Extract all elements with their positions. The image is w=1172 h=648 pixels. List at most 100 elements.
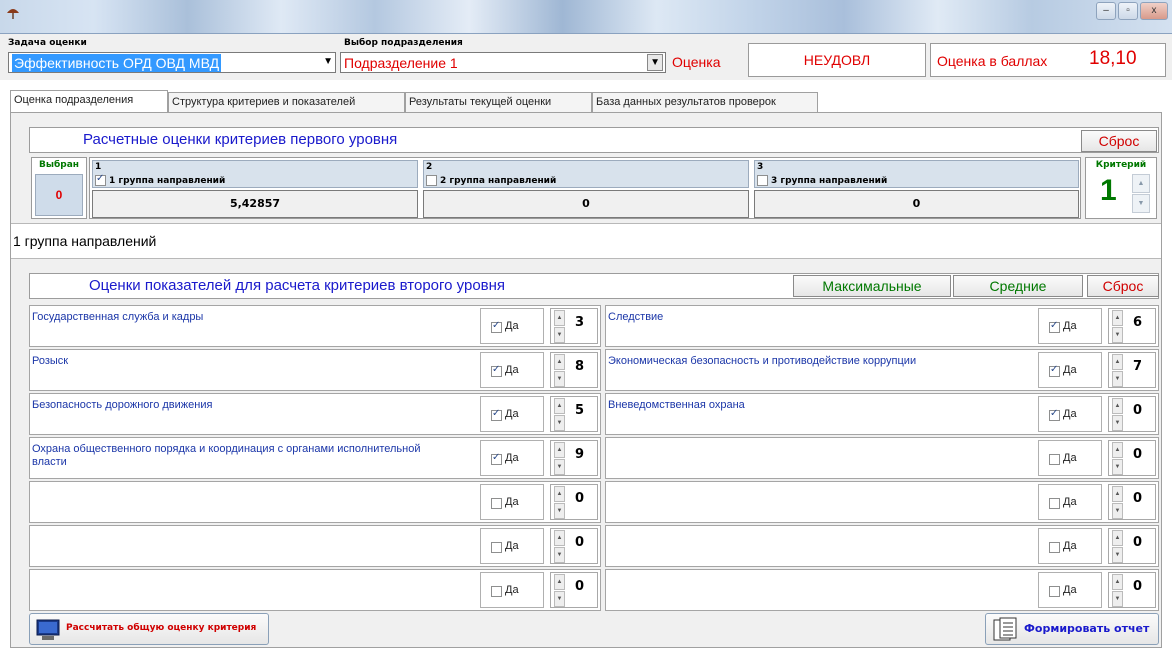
group-3-checkbox[interactable] — [757, 174, 768, 186]
computer-icon — [36, 619, 60, 640]
spin-up-icon[interactable]: ▲ — [1112, 530, 1123, 546]
report-label: Формировать отчет — [1024, 622, 1150, 635]
score-spinner[interactable]: ▲ ▼ 9 — [550, 440, 598, 476]
spin-up-icon[interactable]: ▲ — [1112, 442, 1123, 458]
group-1-header[interactable]: 1 1 группа направлений — [92, 160, 418, 188]
yes-checkbox[interactable]: Да — [1038, 352, 1102, 388]
spin-down-icon[interactable]: ▼ — [1112, 371, 1123, 387]
indicator-row: Розыск Да ▲▼ 8 — [29, 349, 601, 391]
chevron-down-icon[interactable]: ▼ — [647, 54, 663, 71]
spin-up-icon[interactable]: ▲ — [554, 486, 565, 502]
score-spinner[interactable]: ▲ ▼ 8 — [550, 352, 598, 388]
score-spinner[interactable]: ▲ ▼ 0 — [1108, 572, 1156, 608]
spin-down-icon[interactable]: ▼ — [1112, 591, 1123, 607]
yes-checkbox[interactable]: Да — [480, 440, 544, 476]
yes-checkbox[interactable]: Да — [480, 396, 544, 432]
tab-criteria-structure[interactable]: Структура критериев и показателей — [168, 92, 405, 112]
main-panel: Расчетные оценки критериев первого уровн… — [10, 112, 1162, 648]
score-value: 9 — [575, 447, 585, 462]
yes-checkbox[interactable]: Да — [480, 352, 544, 388]
yes-checkbox[interactable]: Да — [480, 528, 544, 564]
score-spinner[interactable]: ▲ ▼ 0 — [1108, 484, 1156, 520]
spin-down-icon[interactable]: ▼ — [554, 371, 565, 387]
score-spinner[interactable]: ▲ ▼ 6 — [1108, 308, 1156, 344]
spin-down-icon[interactable]: ▼ — [1132, 194, 1150, 213]
yes-checkbox[interactable]: Да — [480, 308, 544, 344]
spin-up-icon[interactable]: ▲ — [1112, 398, 1123, 414]
group-3-number: 3 — [757, 162, 764, 172]
close-icon[interactable]: x — [1140, 2, 1168, 20]
yes-checkbox[interactable]: Да — [480, 572, 544, 608]
spin-down-icon[interactable]: ▼ — [1112, 503, 1123, 519]
indicator-row: Да ▲ ▼ 0 — [29, 481, 601, 523]
spin-down-icon[interactable]: ▼ — [554, 503, 565, 519]
spin-up-icon[interactable]: ▲ — [1112, 486, 1123, 502]
spin-down-icon[interactable]: ▼ — [1112, 415, 1123, 431]
score-value: 0 — [1133, 535, 1143, 550]
spin-up-icon[interactable]: ▲ — [554, 354, 565, 370]
spin-down-icon[interactable]: ▼ — [554, 327, 565, 343]
umbrella-icon — [7, 9, 19, 19]
max-button[interactable]: Максимальные — [793, 275, 951, 297]
group-2-header[interactable]: 2 2 группа направлений — [423, 160, 749, 188]
grade-value: НЕУДОВЛ — [803, 52, 871, 68]
indicator-row: Да ▲ ▼ 0 — [605, 437, 1159, 479]
tab-current-results[interactable]: Результаты текущей оценки — [405, 92, 592, 112]
spin-up-icon[interactable]: ▲ — [1112, 354, 1123, 370]
criterion-spinner[interactable]: 1 ▲ ▼ — [1090, 174, 1154, 216]
score-spinner[interactable]: ▲ ▼ 0 — [1108, 528, 1156, 564]
yes-checkbox[interactable]: Да — [1038, 396, 1102, 432]
spin-down-icon[interactable]: ▼ — [1112, 547, 1123, 563]
score-spinner[interactable]: ▲ ▼ 0 — [1108, 396, 1156, 432]
spin-up-icon[interactable]: ▲ — [1132, 174, 1150, 193]
score-value: 5 — [575, 403, 585, 418]
minimize-icon[interactable]: – — [1096, 2, 1116, 20]
group-1-checkbox[interactable] — [95, 173, 106, 186]
checkbox-icon — [757, 174, 768, 186]
spin-down-icon[interactable]: ▼ — [554, 547, 565, 563]
tab-unit-assessment[interactable]: Оценка подразделения — [10, 90, 168, 112]
spin-down-icon[interactable]: ▼ — [554, 591, 565, 607]
spin-up-icon[interactable]: ▲ — [554, 310, 565, 326]
yes-checkbox[interactable]: Да — [1038, 484, 1102, 520]
group-2-checkbox[interactable] — [426, 174, 437, 186]
maximize-icon[interactable]: ▫ — [1118, 2, 1138, 20]
score-spinner[interactable]: ▲ ▼ 3 — [550, 308, 598, 344]
tab-results-database[interactable]: База данных результатов проверок — [592, 92, 818, 112]
score-spinner[interactable]: ▲ ▼ 0 — [1108, 440, 1156, 476]
spin-up-icon[interactable]: ▲ — [1112, 574, 1123, 590]
spin-down-icon[interactable]: ▼ — [554, 459, 565, 475]
calculate-button[interactable]: Рассчитать общую оценку критерия — [29, 613, 269, 645]
checkbox-icon — [1049, 541, 1060, 553]
spin-up-icon[interactable]: ▲ — [554, 574, 565, 590]
score-spinner[interactable]: ▲ ▼ 5 — [550, 396, 598, 432]
yes-checkbox[interactable]: Да — [1038, 572, 1102, 608]
checkbox-icon — [491, 497, 502, 509]
average-button[interactable]: Средние — [953, 275, 1083, 297]
score-spinner[interactable]: ▲ ▼ 7 — [1108, 352, 1156, 388]
report-button[interactable]: Формировать отчет — [985, 613, 1159, 645]
yes-checkbox[interactable]: Да — [1038, 528, 1102, 564]
yes-checkbox[interactable]: Да — [480, 484, 544, 520]
group-3-header[interactable]: 3 3 группа направлений — [754, 160, 1079, 188]
yes-checkbox[interactable]: Да — [1038, 440, 1102, 476]
spin-up-icon[interactable]: ▲ — [554, 442, 565, 458]
score-spinner[interactable]: ▲ ▼ 0 — [550, 572, 598, 608]
spin-up-icon[interactable]: ▲ — [1112, 310, 1123, 326]
spin-down-icon[interactable]: ▼ — [1112, 459, 1123, 475]
spin-up-icon[interactable]: ▲ — [554, 530, 565, 546]
yes-checkbox[interactable]: Да — [1038, 308, 1102, 344]
document-icon — [993, 617, 1017, 641]
unit-select[interactable]: Подразделение 1 ▼ — [340, 52, 666, 73]
task-select[interactable]: Эффективность ОРД ОВД МВД ▼ — [8, 52, 336, 73]
level1-reset-button[interactable]: Сброс — [1081, 130, 1157, 152]
unit-label: Выбор подразделения — [344, 38, 463, 48]
level2-reset-button[interactable]: Сброс — [1087, 275, 1159, 297]
spin-down-icon[interactable]: ▼ — [554, 415, 565, 431]
score-spinner[interactable]: ▲ ▼ 0 — [550, 484, 598, 520]
spin-down-icon[interactable]: ▼ — [1112, 327, 1123, 343]
checkbox-icon — [491, 364, 502, 377]
spin-up-icon[interactable]: ▲ — [554, 398, 565, 414]
criterion-label: Критерий — [1095, 160, 1147, 170]
score-spinner[interactable]: ▲ ▼ 0 — [550, 528, 598, 564]
